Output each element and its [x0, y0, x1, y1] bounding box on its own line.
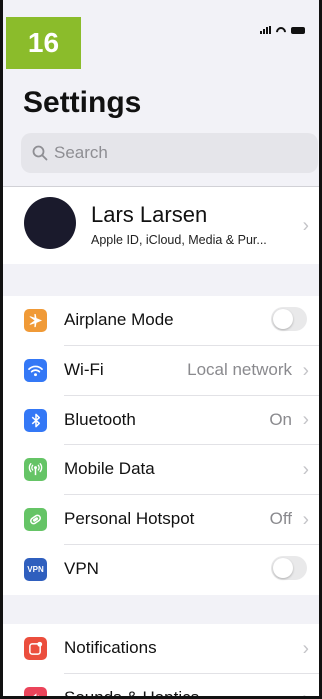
row-label: Airplane Mode: [64, 310, 174, 329]
row-label: VPN: [64, 558, 99, 578]
settings-row-mobile-data[interactable]: Mobile Data ›: [3, 445, 319, 496]
row-value: Off: [269, 509, 292, 529]
battery-icon: [291, 26, 305, 34]
antenna-icon: [24, 458, 47, 482]
search-placeholder: Search: [54, 143, 108, 162]
notifications-group: Notifications › Sounds & Haptics ›: [3, 624, 319, 699]
vpn-icon: VPN: [24, 557, 47, 581]
row-label: Bluetooth: [64, 409, 136, 429]
chevron-right-icon: ›: [302, 688, 309, 699]
notifications-icon: [24, 637, 47, 660]
airplane-icon: [24, 309, 47, 332]
settings-row-sounds-haptics[interactable]: Sounds & Haptics ›: [3, 674, 319, 699]
row-value: Local network: [187, 359, 292, 379]
avatar: [24, 197, 76, 249]
signal-icon: [260, 26, 271, 34]
vpn-toggle[interactable]: [271, 555, 307, 580]
apple-id-profile-row[interactable]: Lars Larsen Apple ID, iCloud, Media & Pu…: [3, 187, 319, 264]
status-bar: [260, 26, 305, 34]
search-icon: [32, 145, 48, 161]
settings-row-wifi[interactable]: Wi-Fi Local network ›: [3, 346, 319, 396]
airplane-mode-toggle[interactable]: [271, 307, 307, 331]
row-label: Notifications: [64, 638, 157, 657]
step-badge: 16: [6, 17, 81, 69]
chevron-right-icon: ›: [302, 509, 309, 531]
page-title: Settings: [23, 86, 142, 119]
chevron-right-icon: ›: [302, 409, 309, 431]
row-value: On: [269, 409, 292, 429]
settings-row-bluetooth[interactable]: Bluetooth On ›: [3, 396, 319, 446]
chevron-right-icon: ›: [302, 638, 309, 660]
chevron-right-icon: ›: [302, 360, 309, 382]
wifi-status-icon: [276, 27, 286, 34]
settings-row-notifications[interactable]: Notifications ›: [3, 624, 319, 674]
settings-screen: 16 Settings Search Lars Larsen Apple ID,…: [0, 0, 322, 699]
chevron-right-icon: ›: [302, 215, 309, 236]
speaker-icon: [24, 686, 47, 696]
profile-name: Lars Larsen: [91, 202, 208, 227]
bluetooth-icon: [24, 408, 47, 432]
wifi-icon: [24, 358, 47, 382]
settings-row-vpn[interactable]: VPN VPN: [3, 545, 319, 595]
row-label: Personal Hotspot: [64, 509, 195, 529]
row-label: Mobile Data: [64, 459, 155, 479]
connectivity-group: Airplane Mode Wi-Fi Local network › Blue…: [3, 296, 319, 595]
settings-row-airplane-mode[interactable]: Airplane Mode: [3, 296, 319, 346]
row-label: Wi-Fi: [64, 359, 104, 379]
settings-row-personal-hotspot[interactable]: Personal Hotspot Off ›: [3, 495, 319, 545]
step-number: 16: [27, 27, 60, 58]
row-label: Sounds & Haptics: [64, 687, 200, 699]
profile-subtitle: Apple ID, iCloud, Media & Pur...: [91, 233, 267, 247]
chevron-right-icon: ›: [302, 459, 309, 481]
hotspot-icon: [24, 508, 47, 532]
search-field[interactable]: Search: [21, 133, 318, 173]
